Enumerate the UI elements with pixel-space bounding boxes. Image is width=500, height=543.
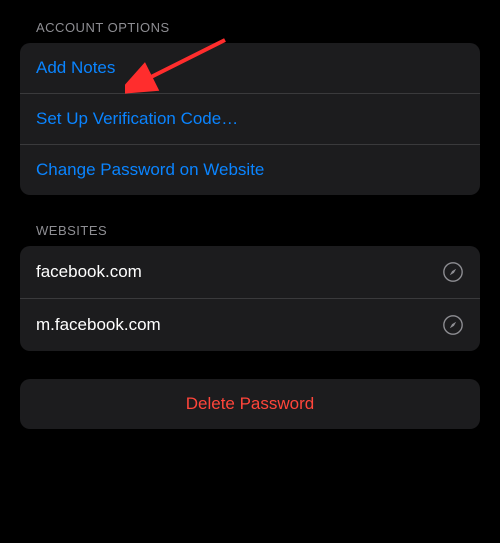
websites-card: facebook.com m.facebook.com bbox=[20, 246, 480, 351]
setup-verification-label: Set Up Verification Code… bbox=[36, 109, 238, 129]
add-notes-label: Add Notes bbox=[36, 58, 115, 78]
delete-password-button[interactable]: Delete Password bbox=[20, 379, 480, 429]
website-label: facebook.com bbox=[36, 262, 142, 282]
website-label: m.facebook.com bbox=[36, 315, 161, 335]
delete-password-label: Delete Password bbox=[186, 394, 315, 414]
change-password-label: Change Password on Website bbox=[36, 160, 264, 180]
change-password-row[interactable]: Change Password on Website bbox=[20, 144, 480, 195]
delete-card: Delete Password bbox=[20, 379, 480, 429]
add-notes-row[interactable]: Add Notes bbox=[20, 43, 480, 93]
account-options-header: ACCOUNT OPTIONS bbox=[20, 20, 480, 35]
setup-verification-row[interactable]: Set Up Verification Code… bbox=[20, 93, 480, 144]
website-row-1[interactable]: m.facebook.com bbox=[20, 298, 480, 351]
safari-icon bbox=[442, 261, 464, 283]
website-row-0[interactable]: facebook.com bbox=[20, 246, 480, 298]
safari-icon bbox=[442, 314, 464, 336]
account-options-card: Add Notes Set Up Verification Code… Chan… bbox=[20, 43, 480, 195]
websites-header: WEBSITES bbox=[20, 223, 480, 238]
